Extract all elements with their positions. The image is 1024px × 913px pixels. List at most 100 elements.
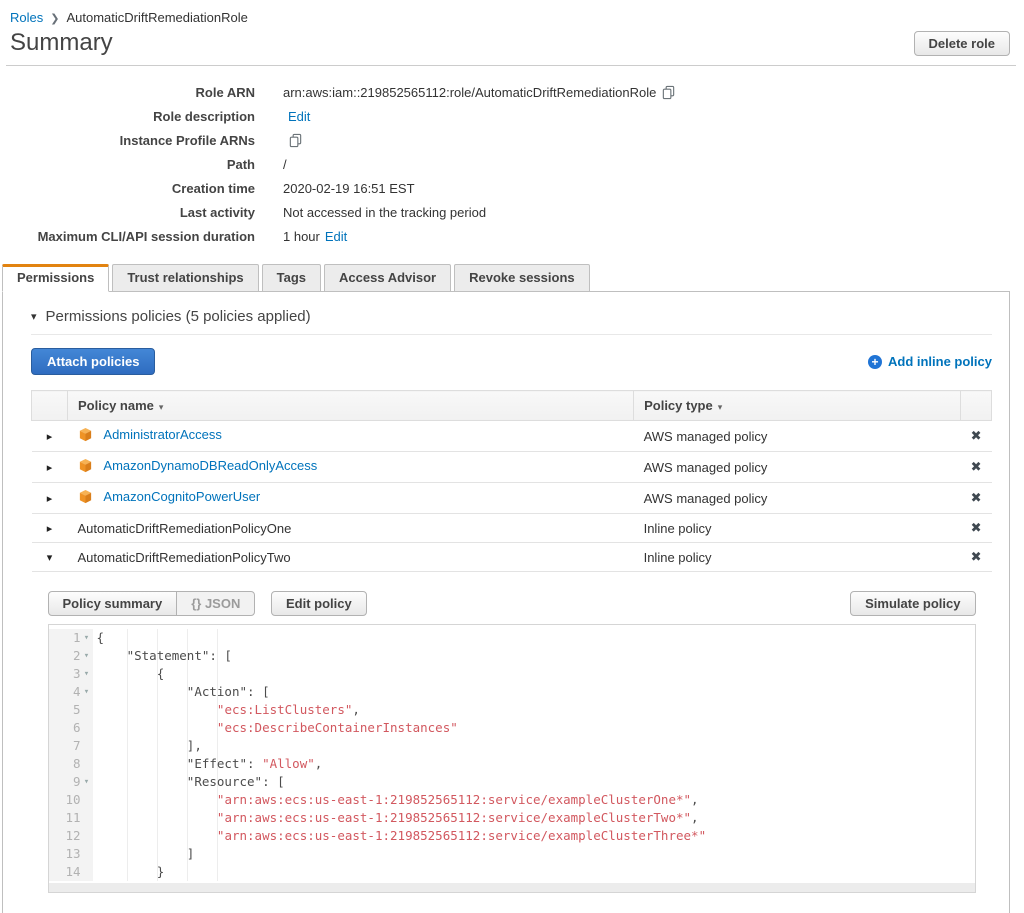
code-content: "Resource": [ <box>93 773 975 791</box>
remove-policy-icon[interactable]: ✖ <box>971 520 982 535</box>
code-content: "arn:aws:ecs:us-east-1:219852565112:serv… <box>93 827 975 845</box>
line-number: 8 <box>72 756 81 771</box>
policy-table-row: ▸ AmazonDynamoDBReadOnlyAccess AWS manag… <box>31 451 992 483</box>
fold-caret-icon[interactable] <box>81 845 93 863</box>
breadcrumb-roles-link[interactable]: Roles <box>10 10 43 25</box>
tab-permissions[interactable]: Permissions <box>2 264 110 292</box>
line-number-gutter: 2 ▾ <box>48 647 93 665</box>
section-divider <box>31 334 992 335</box>
code-content: "ecs:ListClusters", <box>93 701 975 719</box>
code-line: 6 "ecs:DescribeContainerInstances" <box>48 719 975 737</box>
policy-name-link[interactable]: AmazonCognitoPowerUser <box>103 489 260 504</box>
line-number-gutter: 11 <box>48 809 93 827</box>
expand-caret-icon: ▸ <box>46 522 53 535</box>
code-line: 5 "ecs:ListClusters", <box>48 701 975 719</box>
fold-caret-icon[interactable] <box>81 827 93 845</box>
remove-policy-icon[interactable]: ✖ <box>971 428 982 443</box>
tab-revoke-sessions[interactable]: Revoke sessions <box>454 264 590 292</box>
fold-caret-icon[interactable] <box>81 719 93 737</box>
editor-scrollbar-track[interactable] <box>48 883 975 892</box>
tab-access-advisor[interactable]: Access Advisor <box>324 264 452 292</box>
row-expand-toggle[interactable]: ▸ <box>31 420 68 452</box>
line-number-gutter: 9 ▾ <box>48 773 93 791</box>
simulate-policy-button[interactable]: Simulate policy <box>850 591 976 616</box>
fold-caret-icon[interactable] <box>81 737 93 755</box>
field-label: Last activity <box>179 204 255 220</box>
summary-field-row: Instance Profile ARNs <box>10 128 1010 152</box>
policy-name-link[interactable]: AdministratorAccess <box>103 427 221 442</box>
summary-field-row: Creation time 2020-02-19 16:51 EST <box>10 176 1010 200</box>
fold-caret-icon[interactable]: ▾ <box>81 665 93 683</box>
fold-caret-icon[interactable] <box>81 791 93 809</box>
line-number-gutter: 7 <box>48 737 93 755</box>
permissions-policies-section-header[interactable]: ▾ Permissions policies (5 policies appli… <box>31 308 992 325</box>
line-number: 14 <box>65 864 81 879</box>
fold-caret-icon[interactable] <box>81 755 93 773</box>
row-expand-toggle[interactable]: ▸ <box>31 513 68 543</box>
field-value: 2020-02-19 16:51 EST <box>283 180 415 196</box>
tab-tags[interactable]: Tags <box>261 264 322 292</box>
section-collapse-icon: ▾ <box>31 311 37 323</box>
policy-name-link[interactable]: AutomaticDriftRemediationPolicyOne <box>78 521 292 536</box>
copy-to-clipboard-icon[interactable] <box>661 85 676 100</box>
policy-type-cell: AWS managed policy <box>633 420 961 452</box>
fold-caret-icon[interactable] <box>81 701 93 719</box>
role-summary-fields: Role ARN arn:aws:iam::219852565112:role/… <box>10 80 1010 248</box>
policy-type-column-header[interactable]: Policy type ▾ <box>633 390 962 421</box>
policy-table-row: ▸ AdministratorAccess AWS managed policy… <box>31 420 992 452</box>
fold-caret-icon[interactable] <box>81 863 93 881</box>
delete-role-button[interactable]: Delete role <box>913 30 1010 56</box>
sort-caret-icon: ▾ <box>717 402 723 412</box>
code-line: 12 "arn:aws:ecs:us-east-1:219852565112:s… <box>48 827 975 845</box>
code-content: "arn:aws:ecs:us-east-1:219852565112:serv… <box>93 809 975 827</box>
tab-label: Revoke sessions <box>469 270 575 285</box>
field-value: Not accessed in the tracking period <box>283 204 487 220</box>
add-inline-policy-link[interactable]: + Add inline policy <box>867 354 992 369</box>
json-view-button[interactable]: {} JSON <box>176 591 256 616</box>
line-number-gutter: 13 <box>48 845 93 863</box>
line-number: 10 <box>65 792 81 807</box>
row-expand-toggle[interactable]: ▸ <box>31 482 68 514</box>
policy-type-cell: AWS managed policy <box>633 451 961 483</box>
field-value: 1 hour <box>283 228 320 244</box>
policy-summary-button[interactable]: Policy summary <box>47 591 178 616</box>
edit-policy-button[interactable]: Edit policy <box>270 591 367 616</box>
expand-caret-icon: ▸ <box>46 461 53 474</box>
code-content: } <box>93 863 975 881</box>
remove-column-header <box>960 390 992 421</box>
remove-policy-icon[interactable]: ✖ <box>971 459 982 474</box>
section-title: Permissions policies (5 policies applied… <box>45 308 311 325</box>
policy-name-column-header[interactable]: Policy name ▾ <box>66 390 635 421</box>
field-value: arn:aws:iam::219852565112:role/Automatic… <box>283 84 657 100</box>
line-number-gutter: 10 <box>48 791 93 809</box>
tab-bar: Permissions Trust relationships Tags Acc… <box>2 264 1010 292</box>
copy-to-clipboard-icon[interactable] <box>288 133 303 148</box>
policy-type-cell: AWS managed policy <box>633 482 961 514</box>
permissions-panel: ▾ Permissions policies (5 policies appli… <box>2 291 1010 913</box>
fold-caret-icon[interactable] <box>81 809 93 827</box>
json-policy-editor[interactable]: 1 ▾ { 2 ▾ "Statement": [ 3 ▾ { 4 ▾ "Action":… <box>47 624 976 893</box>
line-number-gutter: 8 <box>48 755 93 773</box>
tab-trust-relationships[interactable]: Trust relationships <box>112 264 259 292</box>
tab-label: Access Advisor <box>339 270 437 285</box>
policy-name-link[interactable]: AutomaticDriftRemediationPolicyTwo <box>78 550 291 565</box>
fold-caret-icon[interactable]: ▾ <box>81 629 93 647</box>
fold-caret-icon[interactable]: ▾ <box>81 647 93 665</box>
line-number: 4 <box>72 684 81 699</box>
field-edit-link[interactable]: Edit <box>325 229 347 244</box>
code-line: 3 ▾ { <box>48 665 975 683</box>
managed-policy-cube-icon <box>78 489 93 507</box>
remove-policy-icon[interactable]: ✖ <box>971 490 982 505</box>
breadcrumb-separator: ❯ <box>50 13 60 25</box>
attach-policies-button[interactable]: Attach policies <box>31 348 156 375</box>
code-line: 4 ▾ "Action": [ <box>48 683 975 701</box>
line-number: 13 <box>65 846 81 861</box>
fold-caret-icon[interactable]: ▾ <box>81 683 93 701</box>
policy-name-link[interactable]: AmazonDynamoDBReadOnlyAccess <box>103 458 317 473</box>
field-edit-link[interactable]: Edit <box>288 109 310 124</box>
line-number: 2 <box>72 648 81 663</box>
fold-caret-icon[interactable]: ▾ <box>81 773 93 791</box>
row-expand-toggle[interactable]: ▸ <box>31 451 68 483</box>
remove-policy-icon[interactable]: ✖ <box>971 549 982 564</box>
row-expand-toggle[interactable]: ▾ <box>31 542 68 572</box>
